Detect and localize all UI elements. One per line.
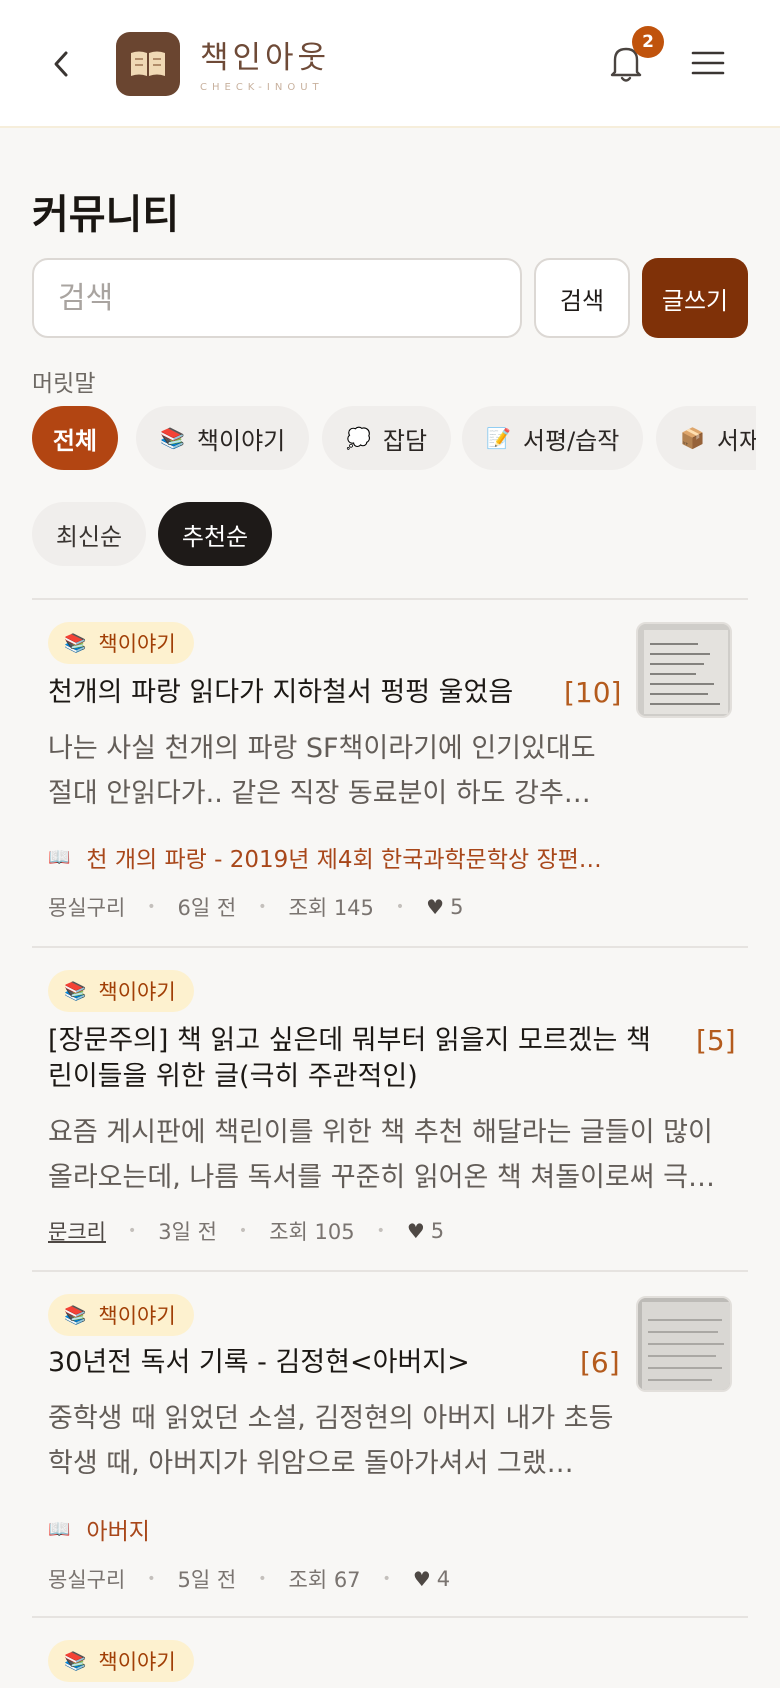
linked-book[interactable]: 📖 천 개의 파랑 - 2019년 제4회 한국과학문학상 장편… [48, 840, 602, 874]
separator-dot: • [238, 1223, 248, 1239]
post-meta: 몽실구리 • 5일 전 • 조회 67 • ♥ 4 [48, 1564, 450, 1594]
book-title: 아버지 [86, 1519, 150, 1545]
open-book-icon: 📖 [48, 1518, 71, 1540]
post-title[interactable]: 천개의 파랑 읽다가 지하철서 펑펑 울었음 [48, 674, 513, 712]
post-thumbnail[interactable] [636, 1296, 732, 1392]
divider [32, 1616, 748, 1618]
post-date: 3일 전 [158, 1220, 217, 1244]
post-title[interactable]: 30년전 독서 기록 - 김정현<아버지> [48, 1344, 470, 1382]
post-likes: 5 [450, 895, 464, 919]
separator-dot: • [376, 1223, 385, 1239]
open-book-icon [131, 51, 165, 76]
books-icon: 📚 [64, 980, 87, 1002]
tag-label: 책이야기 [98, 1304, 176, 1328]
brand-name: 책인아웃 [200, 40, 331, 76]
separator-dot: • [127, 1223, 137, 1239]
open-book-icon: 📖 [48, 846, 71, 868]
post-excerpt: 나는 사실 천개의 파랑 SF책이라기에 인기있대도 절대 안읽다가.. 같은 … [48, 733, 596, 809]
post-likes: 5 [430, 1219, 445, 1243]
notification-badge: 2 [632, 26, 664, 58]
post-title-continued[interactable]: 린이들을 위한 글(극히 주관적인) [48, 1058, 418, 1096]
divider [32, 946, 748, 948]
speech-bubble-icon: 💭 [346, 426, 371, 450]
post-views: 조회 145 [288, 896, 374, 920]
chip-review[interactable]: 📝 서평/습작 [462, 406, 644, 470]
post-meta: 문크리 • 3일 전 • 조회 105 • ♥ 5 [48, 1216, 444, 1246]
tag-label: 책이야기 [98, 980, 176, 1004]
separator-dot: • [258, 1571, 267, 1587]
hamburger-menu-icon [691, 51, 725, 75]
logo[interactable] [116, 32, 180, 96]
brand[interactable]: 책인아웃 CHECK-INOUT [200, 40, 330, 93]
comment-count: [10] [564, 676, 622, 709]
box-icon: 📦 [680, 426, 705, 450]
separator-dot: • [147, 1571, 156, 1587]
chip-chat[interactable]: 💭 잡담 [322, 406, 452, 470]
books-icon: 📚 [64, 1304, 87, 1326]
separator-dot: • [395, 899, 405, 915]
post-title[interactable]: [장문주의] 책 읽고 싶은데 뭐부터 읽을지 모르겠는 책 [48, 1022, 651, 1060]
sort-latest-button[interactable]: 최신순 [32, 502, 146, 566]
chip-label: 서재 [716, 426, 756, 455]
handwritten-note-image [638, 624, 730, 716]
heart-icon: ♥ [406, 1219, 425, 1243]
category-chip-row: 전체 📚 책이야기 💭 잡담 📝 서평/습작 📦 서재 [32, 406, 756, 470]
books-icon: 📚 [64, 632, 87, 654]
menu-button[interactable] [690, 48, 726, 78]
heart-icon: ♥ [426, 895, 445, 919]
books-icon: 📚 [160, 426, 185, 450]
chip-book-talk[interactable]: 📚 책이야기 [136, 406, 310, 470]
post-likes: 4 [436, 1567, 451, 1591]
write-post-button[interactable]: 글쓰기 [642, 258, 748, 338]
post-category-tag: 📚 책이야기 [48, 1640, 194, 1682]
separator-dot: • [147, 899, 156, 915]
brand-subtitle: CHECK-INOUT [200, 82, 324, 93]
post-author[interactable]: 몽실구리 [48, 892, 125, 922]
separator-dot: • [258, 899, 267, 915]
chip-all[interactable]: 전체 [32, 406, 118, 470]
chip-library[interactable]: 📦 서재 [656, 406, 756, 470]
memo-icon: 📝 [486, 426, 511, 450]
post-date: 5일 전 [177, 1568, 237, 1592]
post-views: 조회 67 [288, 1568, 361, 1592]
chip-label: 책이야기 [196, 426, 286, 455]
page-title: 커뮤니티 [32, 192, 180, 238]
post-thumbnail[interactable] [636, 622, 732, 718]
chip-label: 잡담 [382, 426, 428, 455]
heart-icon: ♥ [412, 1567, 431, 1591]
chip-label: 서평/습작 [522, 426, 620, 455]
paper-note-image [638, 1298, 730, 1390]
book-title: 천 개의 파랑 - 2019년 제4회 한국과학문학상 장편… [86, 847, 602, 873]
post-meta: 몽실구리 • 6일 전 • 조회 145 • ♥ 5 [48, 892, 463, 922]
search-button[interactable]: 검색 [534, 258, 630, 338]
post-category-tag: 📚 책이야기 [48, 970, 194, 1012]
category-filter-label: 머릿말 [32, 371, 96, 397]
post-category-tag: 📚 책이야기 [48, 622, 194, 664]
tag-label: 책이야기 [98, 1650, 176, 1674]
comment-count: [5] [696, 1024, 736, 1057]
post-excerpt: 중학생 때 읽었던 소설, 김정현의 아버지 내가 초등학생 때, 아버지가 위… [48, 1403, 614, 1479]
chip-label: 전체 [52, 426, 98, 455]
search-input[interactable] [32, 258, 522, 338]
sort-recommended-button[interactable]: 추천순 [158, 502, 272, 566]
comment-count: [6] [580, 1346, 620, 1379]
divider [32, 1270, 748, 1272]
post-author[interactable]: 몽실구리 [48, 1564, 125, 1594]
divider [32, 598, 748, 600]
tag-label: 책이야기 [98, 632, 176, 656]
post-author[interactable]: 문크리 [48, 1216, 106, 1246]
post-excerpt: 요즘 게시판에 책린이를 위한 책 추천 해달라는 글들이 많이 올라오는데, … [48, 1117, 715, 1193]
books-icon: 📚 [64, 1650, 87, 1672]
app-header: 책인아웃 CHECK-INOUT 2 [0, 0, 780, 128]
separator-dot: • [382, 1571, 391, 1587]
post-views: 조회 105 [269, 1220, 355, 1244]
post-category-tag: 📚 책이야기 [48, 1294, 194, 1336]
linked-book[interactable]: 📖 아버지 [48, 1512, 150, 1546]
chevron-left-icon [54, 51, 68, 77]
back-button[interactable] [44, 46, 80, 82]
post-date: 6일 전 [177, 896, 237, 920]
